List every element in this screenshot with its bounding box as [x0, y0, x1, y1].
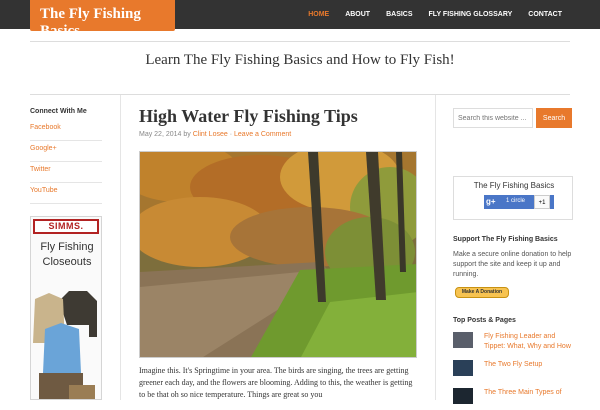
left-sidebar: Connect With Me Facebook Google+ Twitter…: [30, 108, 102, 205]
site-tagline: Learn The Fly Fishing Basics and How to …: [145, 52, 455, 68]
top-nav-bar: The Fly Fishing Basics HOME ABOUT BASICS…: [0, 0, 600, 39]
simms-logo: SIMMS.: [33, 219, 99, 234]
top-post-thumbnail[interactable]: [453, 332, 473, 348]
top-post-item[interactable]: Fly Fishing Leader and Tippet: What, Why…: [453, 332, 573, 354]
social-link-facebook[interactable]: Facebook: [30, 121, 102, 141]
simms-ad-banner[interactable]: SIMMS. Fly Fishing Closeouts: [30, 216, 102, 400]
connect-title: Connect With Me: [30, 108, 87, 115]
top-post-item[interactable]: The Three Main Types of: [453, 388, 573, 410]
top-post-thumbnail[interactable]: [453, 388, 473, 404]
main-nav: HOME ABOUT BASICS FLY FISHING GLOSSARY C…: [300, 0, 570, 29]
search-button[interactable]: Search: [536, 108, 572, 128]
social-link-googleplus[interactable]: Google+: [30, 142, 102, 162]
search-form: Search: [453, 108, 573, 128]
meta-separator: ·: [229, 131, 233, 138]
post-date: May 22, 2014: [139, 131, 182, 138]
column-divider-right: [435, 95, 436, 400]
top-posts-title: Top Posts & Pages: [453, 317, 516, 324]
post-by-label: by: [183, 131, 191, 138]
top-post-thumbnail[interactable]: [453, 360, 473, 376]
post-author-link[interactable]: Clint Losee: [193, 131, 228, 138]
search-input[interactable]: [453, 108, 533, 128]
leave-comment-link[interactable]: Leave a Comment: [234, 131, 291, 138]
gplus-page-title[interactable]: The Fly Fishing Basics: [454, 181, 574, 190]
social-link-twitter[interactable]: Twitter: [30, 163, 102, 183]
post-excerpt: Imagine this. It's Springtime in your ar…: [139, 366, 413, 399]
right-sidebar: Search The Fly Fishing Basics g+ 1 circl…: [453, 108, 573, 404]
ad-clothing-image: [33, 291, 97, 399]
post-title[interactable]: High Water Fly Fishing Tips: [139, 105, 419, 127]
nav-about[interactable]: ABOUT: [337, 0, 378, 29]
nav-basics[interactable]: BASICS: [378, 0, 420, 29]
gplus-icon: g+: [486, 197, 496, 206]
support-text: Make a secure online donation to help su…: [453, 251, 572, 278]
nav-home[interactable]: HOME: [300, 0, 337, 29]
header-divider-bottom: [30, 94, 570, 95]
top-post-link[interactable]: The Two Fly Setup: [484, 360, 574, 370]
top-post-link[interactable]: The Three Main Types of: [484, 388, 574, 398]
gplus-circle-count: 1 circle: [506, 198, 526, 204]
donate-button[interactable]: Make A Donation: [455, 287, 509, 298]
post-meta: May 22, 2014 by Clint Losee · Leave a Co…: [139, 131, 419, 138]
post-featured-image: [139, 151, 417, 358]
river-autumn-photo: [140, 152, 416, 357]
top-post-link[interactable]: Fly Fishing Leader and Tippet: What, Why…: [484, 332, 574, 352]
nav-glossary[interactable]: FLY FISHING GLOSSARY: [421, 0, 521, 29]
column-divider-left: [120, 95, 121, 400]
site-logo-text[interactable]: The Fly Fishing Basics: [40, 6, 175, 40]
plus-one-button[interactable]: +1: [534, 195, 550, 209]
top-post-item[interactable]: The Two Fly Setup: [453, 360, 573, 382]
ad-headline: Fly Fishing Closeouts: [40, 241, 94, 268]
google-plus-badge: The Fly Fishing Basics g+ 1 circle +1: [453, 176, 573, 220]
site-logo[interactable]: The Fly Fishing Basics: [30, 0, 175, 39]
social-link-youtube[interactable]: YouTube: [30, 184, 102, 204]
support-title: Support The Fly Fishing Basics: [453, 236, 558, 243]
nav-contact[interactable]: CONTACT: [520, 0, 570, 29]
header-divider-top: [30, 41, 570, 42]
simms-brand-text: SIMMS.: [48, 221, 84, 231]
main-content: High Water Fly Fishing Tips May 22, 2014…: [139, 105, 419, 399]
